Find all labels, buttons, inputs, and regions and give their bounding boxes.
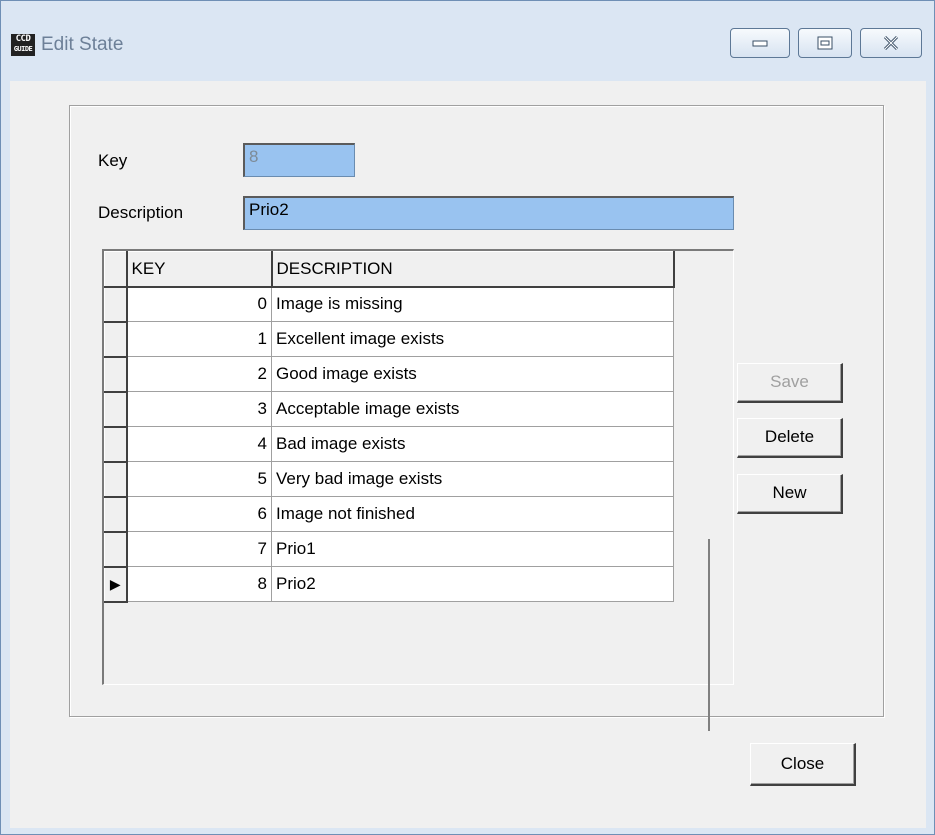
table-row[interactable]: 0 Image is missing: [104, 286, 674, 323]
table-row[interactable]: 2 Good image exists: [104, 356, 674, 393]
key-cell[interactable]: 4: [126, 426, 272, 462]
key-cell[interactable]: 5: [126, 461, 272, 497]
close-button[interactable]: Close: [750, 743, 856, 786]
key-field[interactable]: 8: [243, 143, 355, 177]
key-cell[interactable]: 8: [126, 566, 272, 602]
table-row[interactable]: 3 Acceptable image exists: [104, 391, 674, 428]
table-row[interactable]: 5 Very bad image exists: [104, 461, 674, 498]
column-header-description[interactable]: DESCRIPTION: [271, 251, 675, 288]
new-button[interactable]: New: [737, 474, 843, 514]
grid-scrollbar[interactable]: [708, 539, 710, 731]
table-row[interactable]: 4 Bad image exists: [104, 426, 674, 463]
description-cell[interactable]: Very bad image exists: [271, 461, 674, 497]
row-selector[interactable]: [104, 426, 128, 463]
key-cell[interactable]: 7: [126, 531, 272, 567]
description-cell[interactable]: Excellent image exists: [271, 321, 674, 357]
client-area: Key 8 Description Prio2 KEY DESCRIPTION …: [10, 81, 926, 828]
maximize-icon: [817, 36, 833, 50]
ccd-guide-app-icon: CCD GUIDE: [11, 34, 35, 56]
row-selector[interactable]: [104, 391, 128, 428]
key-cell[interactable]: 0: [126, 286, 272, 322]
title-bar[interactable]: CCD GUIDE Edit State: [1, 1, 934, 81]
table-row[interactable]: 6 Image not finished: [104, 496, 674, 533]
row-selector[interactable]: [104, 496, 128, 533]
edit-state-window: CCD GUIDE Edit State Key 8 Description P…: [0, 0, 935, 835]
row-selector[interactable]: [104, 286, 128, 323]
row-selector[interactable]: [104, 461, 128, 498]
description-cell[interactable]: Image not finished: [271, 496, 674, 532]
description-field[interactable]: Prio2: [243, 196, 734, 230]
table-row[interactable]: 1 Excellent image exists: [104, 321, 674, 358]
description-cell[interactable]: Prio2: [271, 566, 674, 602]
key-cell[interactable]: 2: [126, 356, 272, 392]
close-icon: [883, 35, 899, 51]
minimize-button[interactable]: [730, 28, 790, 58]
delete-button[interactable]: Delete: [737, 418, 843, 458]
table-row[interactable]: 7 Prio1: [104, 531, 674, 568]
maximize-button[interactable]: [798, 28, 852, 58]
key-cell[interactable]: 6: [126, 496, 272, 532]
description-cell[interactable]: Good image exists: [271, 356, 674, 392]
key-cell[interactable]: 3: [126, 391, 272, 427]
current-row-indicator-icon[interactable]: ▶: [104, 566, 128, 603]
header-row-selector: [104, 251, 128, 288]
minimize-icon: [752, 40, 768, 47]
description-cell[interactable]: Acceptable image exists: [271, 391, 674, 427]
row-selector[interactable]: [104, 356, 128, 393]
states-table: KEY DESCRIPTION 0 Image is missing 1 Exc…: [104, 251, 675, 603]
description-cell[interactable]: Prio1: [271, 531, 674, 567]
window-title: Edit State: [41, 34, 124, 55]
row-selector[interactable]: [104, 321, 128, 358]
description-label: Description: [98, 203, 184, 222]
table-row-current[interactable]: ▶ 8 Prio2: [104, 566, 674, 603]
column-header-key[interactable]: KEY: [126, 251, 273, 288]
key-cell[interactable]: 1: [126, 321, 272, 357]
key-label: Key: [98, 151, 128, 170]
grid-header-row: KEY DESCRIPTION: [104, 251, 675, 288]
description-cell[interactable]: Bad image exists: [271, 426, 674, 462]
close-window-button[interactable]: [860, 28, 922, 58]
description-cell[interactable]: Image is missing: [271, 286, 674, 322]
row-selector[interactable]: [104, 531, 128, 568]
save-button[interactable]: Save: [737, 363, 843, 403]
states-grid[interactable]: KEY DESCRIPTION 0 Image is missing 1 Exc…: [102, 249, 734, 731]
